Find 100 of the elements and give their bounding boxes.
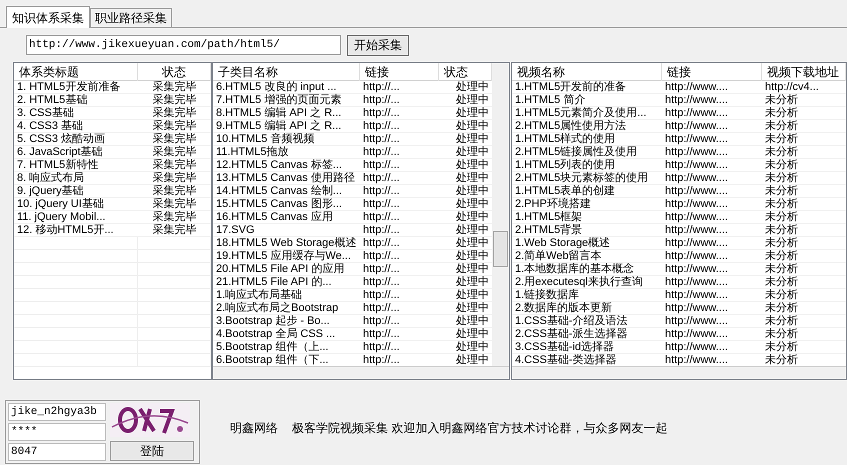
column-header[interactable]: 状态 xyxy=(138,63,211,81)
table-cell-text: http://www.... xyxy=(664,354,729,366)
table-cell-text: 处理中 xyxy=(455,107,490,120)
table-cell-text: 1.本地数据库的基本概念 xyxy=(514,263,636,276)
table-cell-text: http://www.... xyxy=(664,211,729,224)
column-header[interactable]: 链接 xyxy=(662,63,762,81)
table-cell-text: http://... xyxy=(362,224,401,237)
table-cell-text: http://www.... xyxy=(664,224,729,237)
status-text: 明鑫网络 xyxy=(230,420,278,437)
table-cell-text: http://www.... xyxy=(664,237,729,250)
table-cell-text: 处理中 xyxy=(455,94,490,107)
tab[interactable]: 职业路径采集 xyxy=(90,8,172,27)
table-cell-text: 4.CSS基础-类选择器 xyxy=(514,354,618,366)
column-header[interactable]: 体系类标题 xyxy=(14,63,138,81)
table-cell-text: 2.简单Web留言本 xyxy=(514,250,603,262)
horizontal-scrollbar[interactable] xyxy=(512,366,846,379)
table-cell-text: 处理中 xyxy=(455,354,490,366)
table-cell-text: 未分析 xyxy=(764,302,799,315)
table-cell-text: 处理中 xyxy=(455,146,490,159)
table-cell-text: 10. jQuery UI基础 xyxy=(16,198,105,211)
table-cell-text: 未分析 xyxy=(764,289,799,302)
captcha-field[interactable]: 8047 xyxy=(8,443,106,461)
table-cell-text: 1.HTML5 简介 xyxy=(514,94,586,106)
table-cell-text: 12.HTML5 Canvas 标签... xyxy=(215,159,343,172)
table-cell-text: 处理中 xyxy=(455,341,490,354)
table-cell-text: 处理中 xyxy=(455,120,490,133)
table-cell-text: http://www.... xyxy=(664,289,729,302)
vertical-scrollbar[interactable] xyxy=(492,63,509,366)
table-cell-text: 2.HTML5链接属性及使用 xyxy=(514,146,638,159)
table-cell-text: 20.HTML5 File API 的应用 xyxy=(215,263,346,276)
table-cell-text: 采集完毕 xyxy=(152,159,198,172)
table-cell-text: 处理中 xyxy=(455,133,490,146)
table-cell-text: 采集完毕 xyxy=(152,198,198,210)
column-header[interactable]: 链接 xyxy=(360,63,439,81)
table-cell-text: 1.HTML5框架 xyxy=(514,211,584,224)
table-cell-text: 5. CSS3 炫酷动画 xyxy=(16,133,106,146)
table-cell-text: 未分析 xyxy=(764,224,799,237)
table-cell-text: http://www.... xyxy=(664,185,729,198)
table-cell-text: 处理中 xyxy=(455,81,490,94)
table-cell-text: 未分析 xyxy=(764,354,799,366)
table-cell-text: http://... xyxy=(362,172,401,185)
table-cell-text: http://www.... xyxy=(664,276,729,289)
table-cell-text: 采集完毕 xyxy=(152,211,198,224)
table-cell-text: 1.HTML5开发前的准备 xyxy=(514,81,628,94)
table-cell-text: 1.Web Storage概述 xyxy=(514,237,612,250)
table-cell-text: 21.HTML5 File API 的... xyxy=(215,276,333,288)
start-button[interactable]: 开始采集 xyxy=(347,34,409,56)
table-cell-text: 未分析 xyxy=(764,276,799,289)
table-cell-text: 处理中 xyxy=(455,328,490,341)
column-header[interactable]: 视频下载地址 xyxy=(762,63,846,81)
login-button[interactable]: 登陆 xyxy=(110,441,194,461)
horizontal-scrollbar[interactable] xyxy=(213,366,509,379)
table-cell-text: 未分析 xyxy=(764,211,799,224)
table-cell-text: http://... xyxy=(362,289,401,302)
table-cell-text: 10.HTML5 音频视频 xyxy=(215,133,316,146)
table-cell-text: 1.响应式布局基础 xyxy=(215,289,304,302)
table-cell-text: http://... xyxy=(362,315,401,328)
table-cell-text: http://... xyxy=(362,133,401,146)
password-field[interactable]: **** xyxy=(8,423,106,441)
table-cell-text: 处理中 xyxy=(455,185,490,198)
table-cell-text: 19.HTML5 应用缓存与We... xyxy=(215,250,352,262)
table-cell-text: 未分析 xyxy=(764,133,799,146)
table-cell-text: http://www.... xyxy=(664,81,729,94)
url-field[interactable]: http://www.jikexueyuan.com/path/html5/ xyxy=(26,35,341,55)
table-cell-text: 未分析 xyxy=(764,198,799,211)
table-cell-text: 13.HTML5 Canvas 使用路径 xyxy=(215,172,356,185)
table-cell-text: 未分析 xyxy=(764,159,799,172)
table-cell-text: http://... xyxy=(362,94,401,107)
table-cell-text: http://www.... xyxy=(664,159,729,172)
scrollbar-thumb[interactable] xyxy=(493,231,508,267)
table-cell-text: http://www.... xyxy=(664,198,729,211)
table-cell-text: 未分析 xyxy=(764,237,799,250)
table-cell-text: http://www.... xyxy=(664,94,729,107)
table-cell-text: 处理中 xyxy=(455,302,490,315)
table-cell-text: 处理中 xyxy=(455,211,490,224)
table-cell-text: http://... xyxy=(362,159,401,172)
column-header[interactable]: 视频名称 xyxy=(512,63,662,81)
username-field[interactable]: jike_n2hgya3b xyxy=(8,403,106,421)
column-header[interactable]: 子类目名称 xyxy=(213,63,360,81)
table-cell-text: 15.HTML5 Canvas 图形... xyxy=(215,198,343,210)
table-cell-text: 处理中 xyxy=(455,172,490,185)
table-cell-text: 3. CSS基础 xyxy=(16,107,75,120)
table-cell-text: http://... xyxy=(362,185,401,198)
table-cell-text: http://www.... xyxy=(664,250,729,263)
table-cell-text: 处理中 xyxy=(455,250,490,263)
table-cell-text: 处理中 xyxy=(455,224,490,237)
table-cell-text: 处理中 xyxy=(455,198,490,211)
table-cell-text: 处理中 xyxy=(455,159,490,172)
table-cell-text: 采集完毕 xyxy=(152,107,198,120)
table-cell-text: 采集完毕 xyxy=(152,224,198,237)
table-cell-text: http://... xyxy=(362,302,401,315)
tab[interactable]: 知识体系采集 xyxy=(6,6,90,28)
table-cell-text: 1.CSS基础-介绍及语法 xyxy=(514,315,628,328)
table-cell-text: 采集完毕 xyxy=(152,185,198,198)
table-cell-text: 未分析 xyxy=(764,315,799,328)
table-cell-text: http://... xyxy=(362,211,401,224)
table-cell-text: 未分析 xyxy=(764,341,799,354)
table-cell-text: 2.HTML5属性使用方法 xyxy=(514,120,628,133)
table-cell-text: http://... xyxy=(362,146,401,159)
table-cell-text: 未分析 xyxy=(764,250,799,263)
